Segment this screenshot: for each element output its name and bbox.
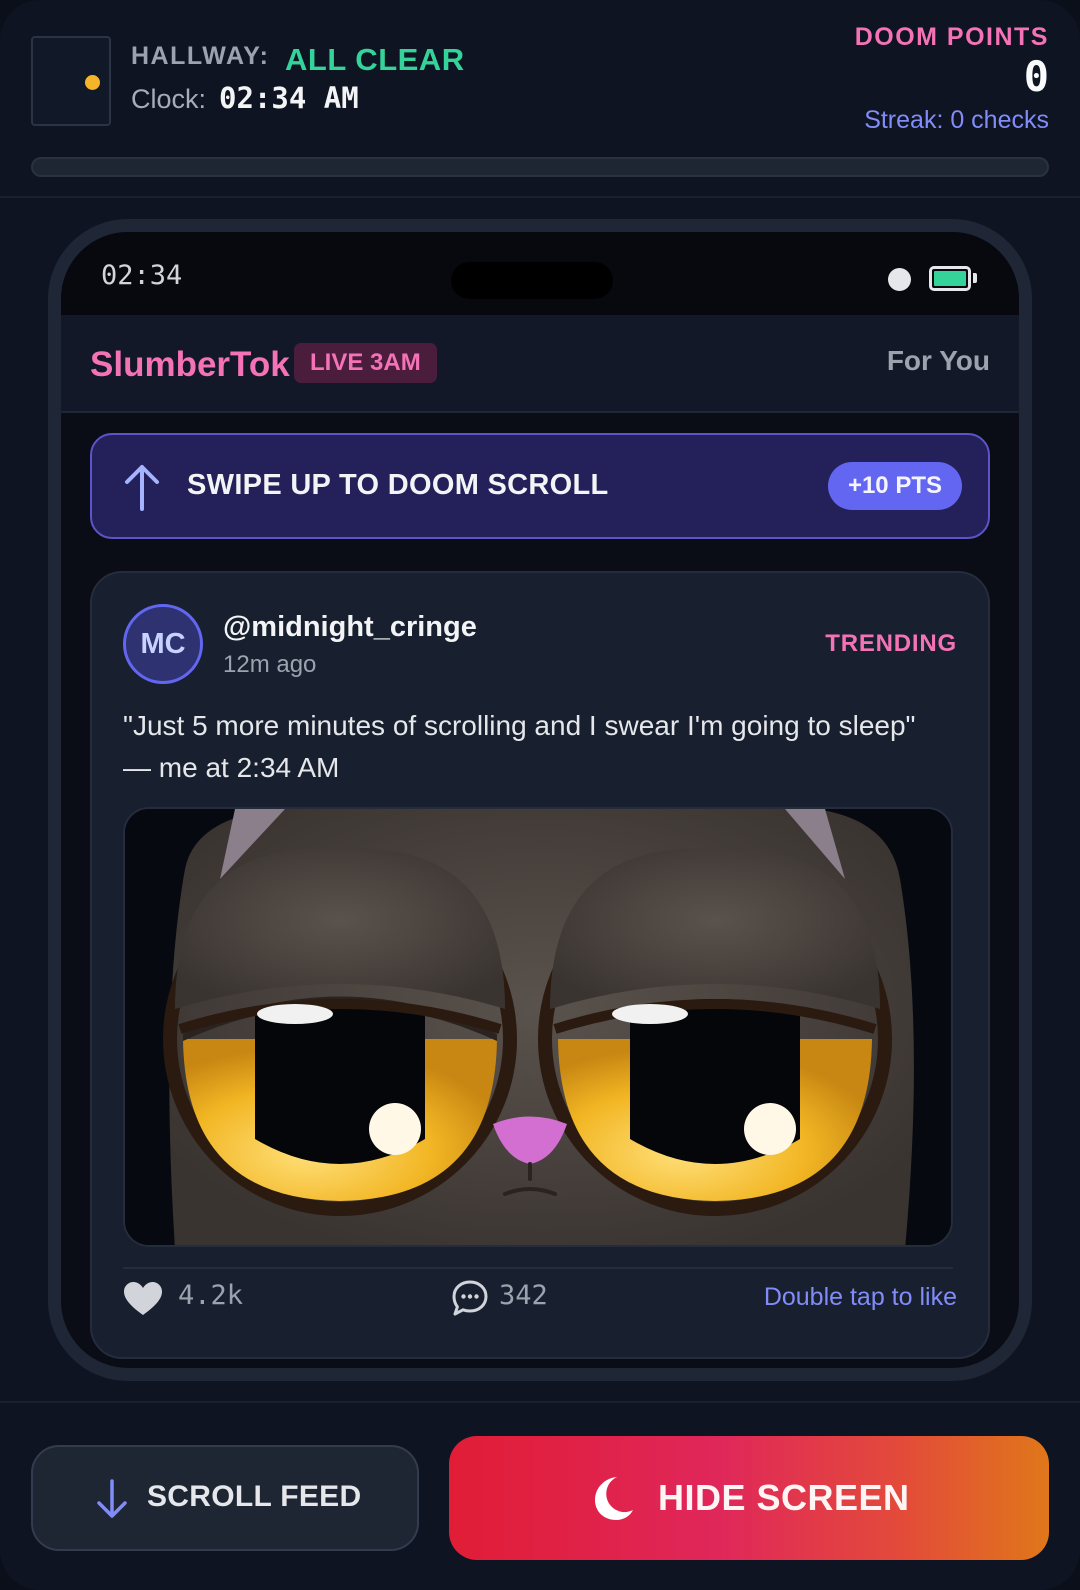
trending-tag: TRENDING (825, 630, 957, 657)
moon-icon (595, 1477, 633, 1520)
sleepy-cat-image[interactable] (123, 807, 953, 1247)
door-icon (31, 36, 111, 126)
post-username[interactable]: @midnight_cringe (223, 611, 477, 644)
action-bar: SCROLL FEED HIDE SCREEN (0, 1401, 1080, 1590)
battery-icon (929, 266, 971, 291)
swipe-up-label: SWIPE UP TO DOOM SCROLL (187, 469, 609, 501)
scroll-feed-button[interactable]: SCROLL FEED (31, 1445, 419, 1551)
comment-count: 342 (499, 1280, 548, 1311)
swipe-up-banner[interactable]: SWIPE UP TO DOOM SCROLL +10 PTS (90, 433, 990, 539)
hallway-label: HALLWAY: (131, 42, 270, 70)
avatar[interactable]: MC (123, 604, 203, 684)
progress-bar (31, 157, 1049, 177)
app-header: SlumberTok LIVE 3AM For You (61, 315, 1019, 413)
clock-label: Clock: (131, 84, 207, 114)
signal-icon (888, 268, 911, 291)
comment-icon[interactable] (451, 1279, 489, 1317)
post-divider (123, 1267, 953, 1269)
like-count: 4.2k (178, 1280, 244, 1311)
phone-notch (451, 262, 613, 299)
game-screen: HALLWAY: ALL CLEAR Clock: 02:34 AM DOOM … (0, 0, 1080, 1590)
post-time: 12m ago (223, 651, 317, 678)
double-tap-hint: Double tap to like (763, 1283, 957, 1311)
hallway-status: ALL CLEAR (285, 42, 465, 77)
streak-counter: Streak: 0 checks (864, 106, 1049, 134)
phone-frame: 02:34 SlumberTok LIVE 3AM For You SWIPE … (48, 219, 1032, 1381)
live-badge: LIVE 3AM (294, 343, 437, 383)
hide-screen-label: HIDE SCREEN (658, 1477, 910, 1518)
app-name: SlumberTok (90, 345, 290, 384)
tab-for-you[interactable]: For You (887, 345, 990, 377)
arrow-down-icon (97, 1479, 127, 1518)
hide-screen-button[interactable]: HIDE SCREEN (449, 1436, 1049, 1560)
clock-value: 02:34 AM (219, 81, 359, 115)
post-caption: "Just 5 more minutes of scrolling and I … (123, 710, 916, 783)
battery-level (934, 271, 966, 286)
arrow-up-icon (125, 465, 159, 511)
score-value: 0 (1023, 52, 1049, 101)
heart-icon[interactable] (123, 1281, 163, 1317)
door-knob (85, 75, 100, 90)
score-label: DOOM POINTS (854, 23, 1049, 51)
scroll-feed-label: SCROLL FEED (147, 1480, 362, 1513)
points-badge: +10 PTS (827, 462, 962, 510)
battery-tip (973, 273, 977, 283)
status-time: 02:34 (101, 260, 183, 291)
hud: HALLWAY: ALL CLEAR Clock: 02:34 AM DOOM … (0, 0, 1080, 198)
post-card[interactable]: MC @midnight_cringe 12m ago TRENDING "Ju… (90, 571, 990, 1359)
phone-status-bar: 02:34 (61, 232, 1019, 315)
